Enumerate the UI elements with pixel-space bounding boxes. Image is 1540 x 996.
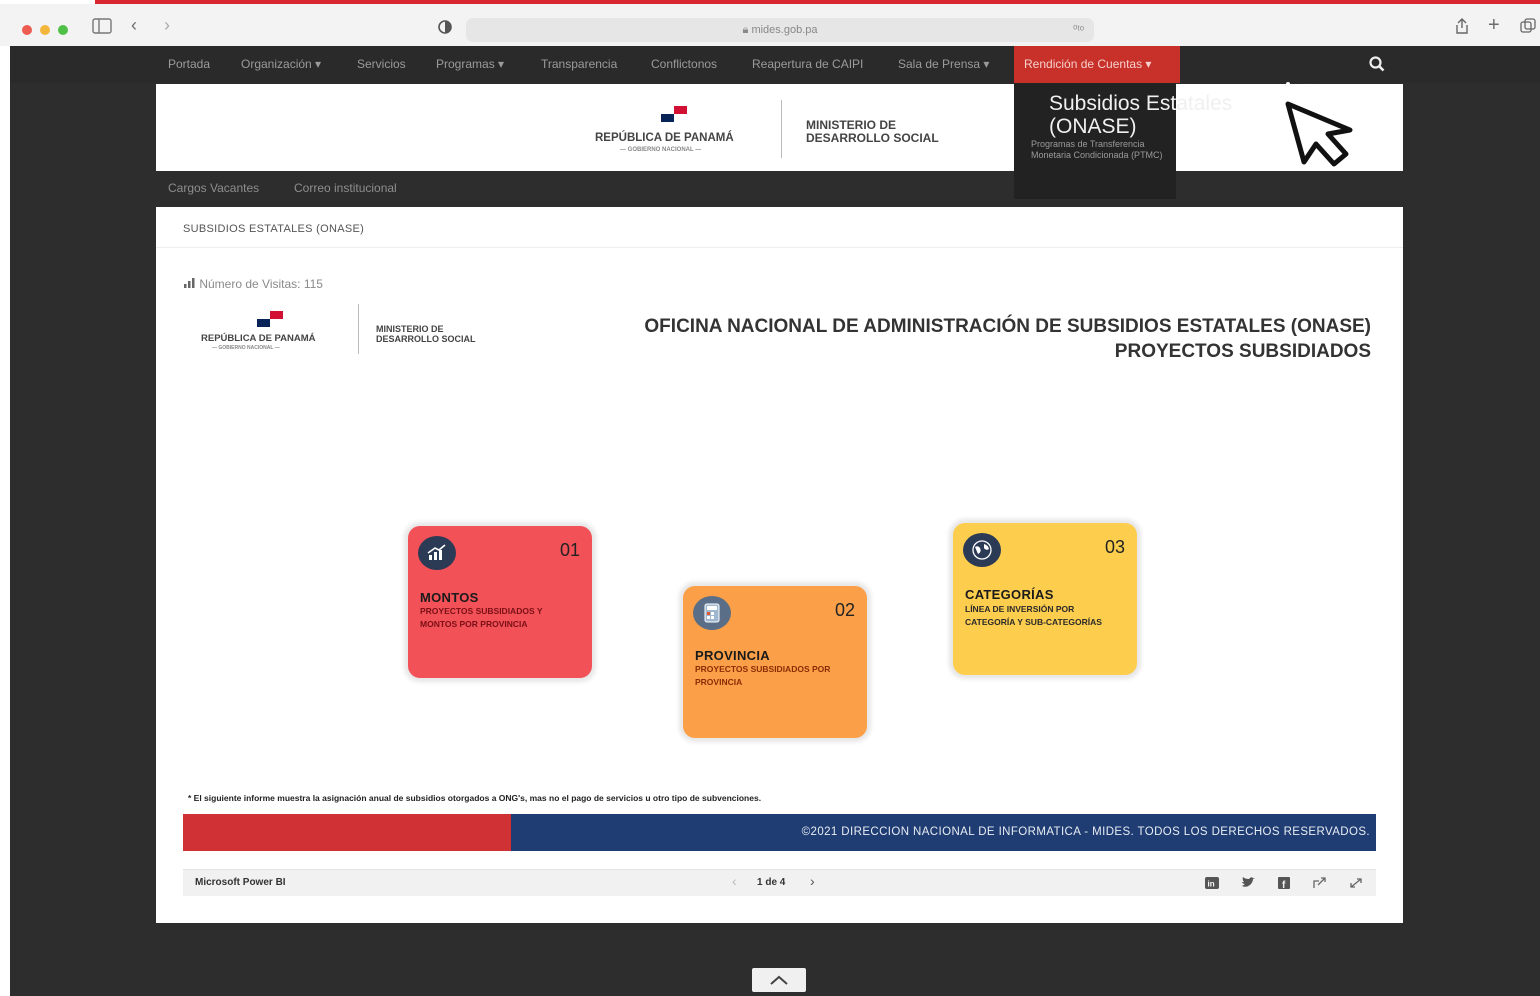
cursor-pointer-icon <box>1262 82 1353 167</box>
card-subtitle: LÍNEA DE INVERSIÓN POR CATEGORÍA Y SUB-C… <box>965 604 1102 627</box>
logo-divider <box>781 100 782 158</box>
secondary-navigation: Cargos Vacantes Correo institucional <box>10 176 1010 202</box>
main-content: SUBSIDIOS ESTATALES (ONASE) Número de Vi… <box>156 207 1403 923</box>
breadcrumb-divider <box>156 247 1403 248</box>
nav-item-portada[interactable]: Portada <box>168 46 210 83</box>
sidebar-icon[interactable] <box>92 18 112 34</box>
back-icon[interactable]: ‹ <box>131 16 137 34</box>
nav-item-servicios[interactable]: Servicios <box>357 46 406 83</box>
dropdown-title-line-1: Subsidios Estatales <box>1049 92 1233 115</box>
nav-item-rendicion-cuentas[interactable]: Rendición de Cuentas ▾ <box>1014 46 1180 83</box>
page-indicator: 1 de 4 <box>757 877 786 888</box>
chevron-up-icon <box>770 975 788 985</box>
nav-item-transparencia[interactable]: Transparencia <box>541 46 617 83</box>
maximize-window-button[interactable] <box>58 25 68 35</box>
search-icon[interactable] <box>1368 55 1386 73</box>
url-text: mides.gob.pa <box>751 24 818 36</box>
report-ministry-text: MINISTERIO DE DESARROLLO SOCIAL <box>376 324 476 344</box>
report-republica-text: REPÚBLICA DE PANAMÁ <box>201 333 316 344</box>
visit-count-text: Número de Visitas: 115 <box>199 277 323 291</box>
republica-panama-logo-text: REPÚBLICA DE PANAMÁ <box>595 132 734 144</box>
report-logo-divider <box>358 304 359 354</box>
tab-overview-icon[interactable] <box>1520 18 1536 34</box>
card-provincia[interactable]: 02 PROVINCIA PROYECTOS SUBSIDIADOS POR P… <box>683 586 867 738</box>
share-report-icon[interactable] <box>1313 877 1327 889</box>
web-page: Portada Organización ▾ Servicios Program… <box>10 46 1540 996</box>
scroll-to-top-button[interactable] <box>752 968 806 992</box>
next-page-icon[interactable]: › <box>810 873 815 889</box>
screenshot: ‹ › 🔒︎ mides.gob.pa ⁰ᵗᵒ + Portada Organi… <box>0 0 1540 996</box>
forward-icon[interactable]: › <box>164 16 170 34</box>
browser-toolbar: ‹ › 🔒︎ mides.gob.pa ⁰ᵗᵒ + <box>0 4 1540 46</box>
rendicion-dropdown-menu: Subsidios Estatales (ONASE) Programas de … <box>1014 83 1232 199</box>
card-categorias[interactable]: 03 CATEGORÍAS LÍNEA DE INVERSIÓN POR CAT… <box>953 523 1137 675</box>
report-panama-flag-icon <box>257 311 283 327</box>
card-subtitle: PROYECTOS SUBSIDIADOS Y MONTOS POR PROVI… <box>420 606 543 629</box>
breadcrumb: SUBSIDIOS ESTATALES (ONASE) <box>183 223 365 235</box>
report-title-line-1: OFICINA NACIONAL DE ADMINISTRACIÓN DE SU… <box>644 316 1371 337</box>
footer-red-block <box>183 814 511 851</box>
nav-item-programas[interactable]: Programas ▾ <box>436 46 504 83</box>
bar-chart-icon <box>184 278 195 288</box>
twitter-icon[interactable] <box>1241 877 1255 889</box>
report-footnote: * El siguiente informe muestra la asigna… <box>188 793 762 803</box>
report-ministry-line-2: DESARROLLO SOCIAL <box>376 334 476 344</box>
address-bar[interactable]: 🔒︎ mides.gob.pa ⁰ᵗᵒ <box>466 18 1094 42</box>
card-number: 03 <box>1104 537 1125 557</box>
chart-up-icon <box>418 536 456 570</box>
card-title: PROVINCIA <box>695 648 770 663</box>
ministry-logo-text: MINISTERIO DE DESARROLLO SOCIAL <box>806 119 939 145</box>
card-number: 02 <box>834 600 855 620</box>
dropdown-item-ptmc[interactable]: Programas de Transferencia Monetaria Con… <box>1031 139 1171 161</box>
linkedin-icon[interactable]: in <box>1205 877 1219 889</box>
powerbi-toolbar: Microsoft Power BI ‹ 1 de 4 › in f <box>183 869 1376 896</box>
calculator-icon <box>693 596 731 630</box>
nav-item-sala-prensa[interactable]: Sala de Prensa ▾ <box>898 46 989 83</box>
powerbi-link[interactable]: Microsoft Power BI <box>195 877 286 888</box>
fullscreen-icon[interactable] <box>1349 877 1363 889</box>
dropdown-title-line-2: (ONASE) <box>1049 115 1137 138</box>
close-window-button[interactable] <box>22 25 32 35</box>
report-gobierno-text: — GOBIERNO NACIONAL — <box>212 345 280 351</box>
svg-text:in: in <box>1208 880 1215 889</box>
card-number: 01 <box>559 540 580 560</box>
card-title: CATEGORÍAS <box>965 587 1054 602</box>
new-tab-icon[interactable]: + <box>1488 15 1500 35</box>
report-title: OFICINA NACIONAL DE ADMINISTRACIÓN DE SU… <box>491 314 1371 364</box>
card-title: MONTOS <box>420 590 479 605</box>
nav-item-contactenos[interactable]: Conflictonos <box>651 46 717 83</box>
panama-flag-icon <box>661 106 687 122</box>
card-montos[interactable]: 01 MONTOS PROYECTOS SUBSIDIADOS Y MONTOS… <box>408 526 592 678</box>
report-ministry-line-1: MINISTERIO DE <box>376 324 444 334</box>
previous-page-icon[interactable]: ‹ <box>732 873 737 889</box>
translate-reload-icons[interactable]: ⁰ᵗᵒ <box>1073 18 1084 42</box>
ministry-line-2: DESARROLLO SOCIAL <box>806 131 939 145</box>
privacy-shield-icon[interactable] <box>437 19 453 35</box>
globe-icon <box>963 533 1001 567</box>
copyright-text: ©2021 DIRECCION NACIONAL DE INFORMATICA … <box>801 826 1370 838</box>
card-subtitle: PROYECTOS SUBSIDIADOS POR PROVINCIA <box>695 664 831 687</box>
report-footer-bar: ©2021 DIRECCION NACIONAL DE INFORMATICA … <box>183 814 1376 851</box>
facebook-icon[interactable]: f <box>1277 877 1291 889</box>
nav-item-organizacion[interactable]: Organización ▾ <box>241 46 321 83</box>
visit-counter: Número de Visitas: 115 <box>184 277 323 291</box>
gobierno-nacional-text: — GOBIERNO NACIONAL — <box>620 147 702 153</box>
minimize-window-button[interactable] <box>40 25 50 35</box>
nav-item-cargos-vacantes[interactable]: Cargos Vacantes <box>168 181 259 195</box>
report-title-line-2: PROYECTOS SUBSIDIADOS <box>1114 341 1371 362</box>
nav-item-correo-institucional[interactable]: Correo institucional <box>294 181 397 195</box>
nav-item-reapertura-caipi[interactable]: Reapertura de CAIPI <box>752 46 863 83</box>
share-icon[interactable] <box>1454 17 1470 35</box>
ministry-line-1: MINISTERIO DE <box>806 118 897 132</box>
